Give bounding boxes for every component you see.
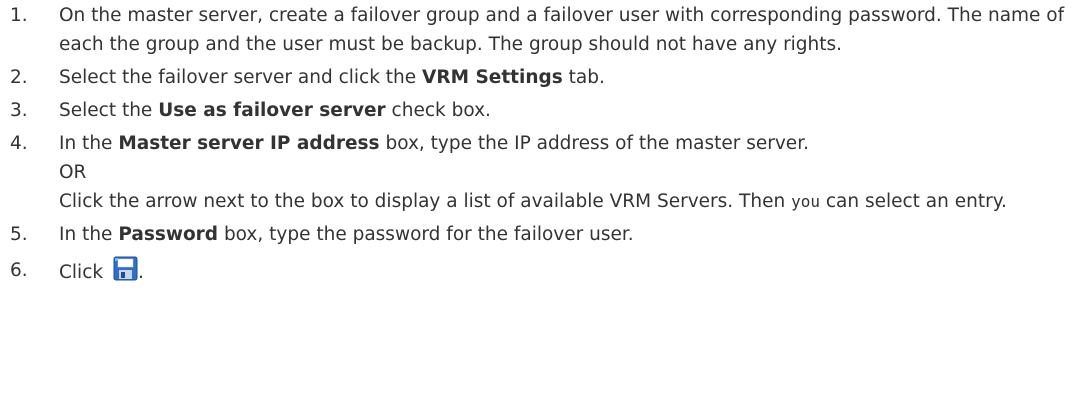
or-separator: OR (59, 162, 87, 183)
ui-term-master-server-ip-address: Master server IP address (118, 133, 380, 154)
step-1: 1. On the master server, create a failov… (0, 1, 1090, 59)
step-number: 6. (10, 260, 28, 281)
step-text: Select the Use as failover server check … (59, 100, 491, 121)
step-text: Click . (59, 256, 1090, 287)
step-6: 6. Click . (0, 256, 1090, 287)
code-term: you (791, 192, 820, 211)
step-text: In the Password box, type the password f… (59, 224, 634, 245)
step-text: In the Master server IP address box, typ… (59, 129, 1090, 216)
step-text: Select the failover server and click the… (59, 67, 605, 88)
ui-term-vrm-settings: VRM Settings (422, 67, 563, 88)
step-number: 2. (10, 67, 28, 88)
step-number: 5. (10, 224, 28, 245)
ui-term-use-as-failover-server: Use as failover server (158, 100, 386, 121)
step-number: 3. (10, 100, 28, 121)
procedure-steps: 1. On the master server, create a failov… (0, 1, 1090, 287)
step-2: 2. Select the failover server and click … (0, 63, 1090, 92)
step-3: 3. Select the Use as failover server che… (0, 96, 1090, 125)
step-text: On the master server, create a failover … (59, 5, 1065, 55)
save-icon (113, 256, 138, 281)
step-5: 5. In the Password box, type the passwor… (0, 220, 1090, 249)
step-number: 1. (10, 5, 28, 26)
save-icon-graphic (113, 256, 138, 281)
step-4: 4. In the Master server IP address box, … (0, 129, 1090, 216)
step-number: 4. (10, 133, 28, 154)
ui-term-password: Password (118, 224, 219, 245)
